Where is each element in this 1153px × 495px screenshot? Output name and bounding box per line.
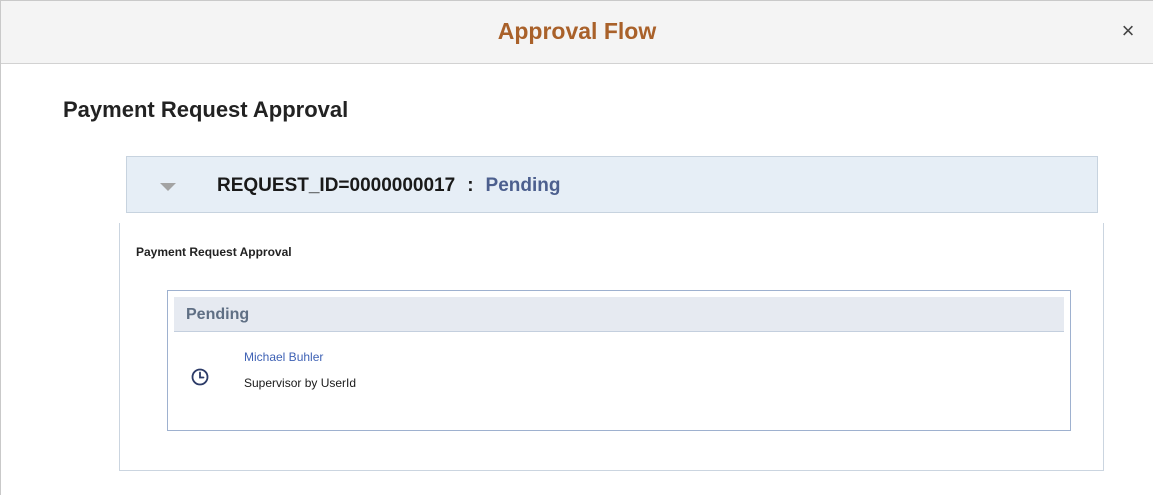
request-summary: REQUEST_ID=0000000017: Pending — [217, 175, 560, 197]
request-details-panel: Payment Request Approval Pending Michael… — [119, 223, 1104, 471]
stage-header: Pending — [174, 297, 1064, 332]
request-id: REQUEST_ID=0000000017 — [217, 175, 456, 196]
request-collapsible-header[interactable]: REQUEST_ID=0000000017: Pending — [126, 156, 1098, 213]
approver-name-link[interactable]: Michael Buhler — [244, 350, 323, 364]
approver-role: Supervisor by UserId — [244, 376, 357, 390]
approval-stage: Pending Michael Buhler Supervisor by Use… — [167, 290, 1071, 431]
stage-status: Pending — [186, 306, 250, 323]
clock-icon — [191, 368, 209, 386]
dialog-header: Approval Flow × — [1, 1, 1153, 64]
request-separator: : — [467, 175, 474, 196]
request-status: Pending — [485, 175, 561, 196]
close-button[interactable]: × — [1117, 20, 1139, 42]
dialog-title: Approval Flow — [497, 18, 657, 44]
process-title: Payment Request Approval — [136, 245, 292, 259]
approval-flow-dialog: Approval Flow × Payment Request Approval… — [0, 0, 1153, 495]
collapse-triangle-icon[interactable] — [160, 183, 176, 191]
page-title: Payment Request Approval — [63, 97, 349, 122]
